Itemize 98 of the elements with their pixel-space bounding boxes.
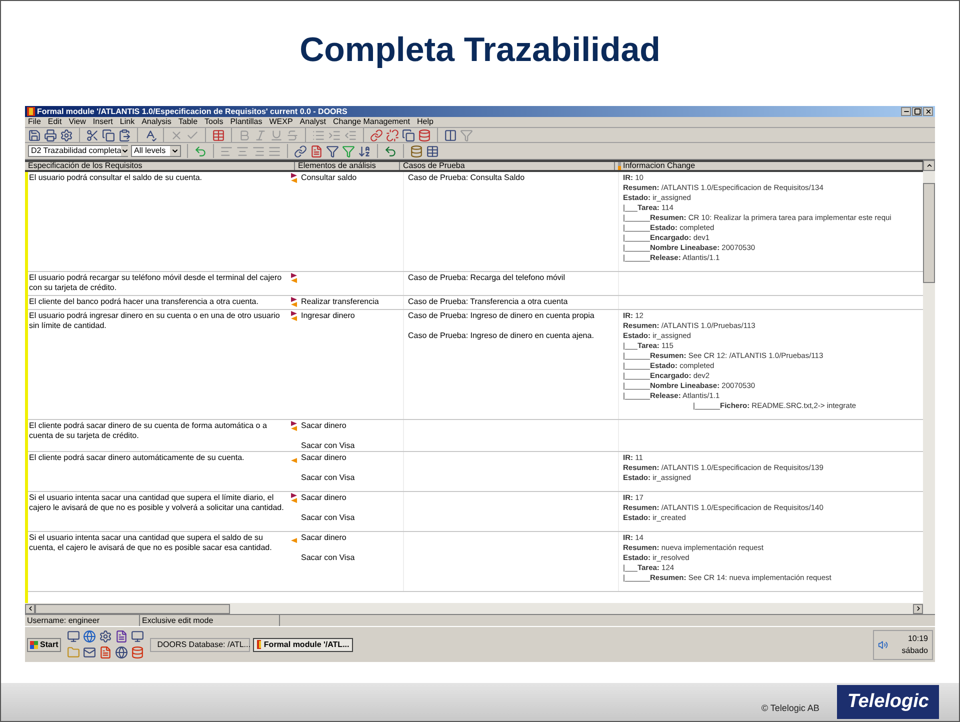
app-icon xyxy=(257,640,261,649)
horizontal-scrollbar[interactable] xyxy=(25,603,923,614)
menu-item[interactable]: File xyxy=(28,116,41,128)
minimize-icon xyxy=(902,108,910,115)
scroll-up-button[interactable] xyxy=(923,160,935,171)
close-button[interactable] xyxy=(923,107,933,116)
vertical-scrollbar[interactable] xyxy=(923,160,935,614)
analysis-element: Sacar con Visa xyxy=(301,473,356,483)
scrollbar-thumb[interactable] xyxy=(923,183,935,283)
menu-item[interactable]: Link xyxy=(120,116,135,128)
test-case: Caso de Prueba: Consulta Saldo xyxy=(408,173,526,183)
copyright-text: © Telelogic AB xyxy=(761,702,820,715)
database-icon[interactable] xyxy=(418,128,431,142)
document-icon[interactable] xyxy=(310,144,323,158)
analysis-element: Consultar saldo xyxy=(301,173,358,183)
requirement-text: El cliente podrá sacar dinero de su cuenta de forma automática o a cuenta de su tarjeta de crédito. xyxy=(29,420,268,442)
table-icon[interactable] xyxy=(212,128,225,142)
print-icon[interactable] xyxy=(44,128,57,142)
save-icon[interactable] xyxy=(28,128,41,142)
view-dropdown[interactable]: D2 Trazabilidad completa xyxy=(28,145,128,157)
menu-item[interactable]: Plantillas xyxy=(230,116,262,128)
analysis-element: Sacar con Visa xyxy=(301,553,356,563)
menu-item[interactable]: WEXP xyxy=(269,116,293,128)
document-icon[interactable] xyxy=(99,646,112,659)
paste-icon[interactable] xyxy=(118,128,131,142)
link-icon[interactable] xyxy=(294,144,307,158)
menu-item[interactable]: Table xyxy=(178,116,198,128)
menu-item[interactable]: Analyst xyxy=(300,116,326,128)
unlink-icon[interactable] xyxy=(386,128,399,142)
analysis-element: Sacar con Visa xyxy=(301,513,356,523)
gear-icon[interactable] xyxy=(60,128,73,142)
window-title: Formal module '/ATLANTIS 1.0/Especificacion de Requisitos' current 0.0 - DOORS xyxy=(37,106,348,118)
undo-icon[interactable] xyxy=(384,144,397,158)
taskbar-button[interactable]: Formal module '/ATL... xyxy=(253,638,354,652)
slide-title: Completa Trazabilidad xyxy=(298,30,662,71)
requirement-text: El cliente podrá sacar dinero automáticamente de su cuenta. xyxy=(29,452,246,464)
requirement-text: El usuario podrá recargar su teléfono móvil desde el terminal del cajero con su tarjeta de crédito. xyxy=(29,272,283,293)
menu-item[interactable]: Edit xyxy=(48,116,62,128)
copy-icon[interactable] xyxy=(102,128,115,142)
undo-icon[interactable] xyxy=(194,144,207,158)
gear-icon[interactable] xyxy=(99,630,112,643)
menu-item[interactable]: View xyxy=(68,116,86,128)
app-icon xyxy=(27,107,35,116)
spell-check-icon[interactable] xyxy=(144,128,157,142)
test-case: Caso de Prueba: Recarga del telefono móvil xyxy=(408,273,566,283)
analysis-element: Sacar dinero xyxy=(301,453,348,463)
cut-icon[interactable] xyxy=(86,128,99,142)
columns-icon[interactable] xyxy=(444,128,457,142)
database-icon[interactable] xyxy=(410,144,423,158)
requirement-text: El usuario podrá consultar el saldo de su cuenta. xyxy=(29,172,203,184)
requirement-text: Si el usuario intenta sacar una cantidad que supera el saldo de su cuenta, el cajero le avisará de que no es posible sacar esa cantidad. xyxy=(29,532,273,554)
table-icon[interactable] xyxy=(426,144,439,158)
test-case: Caso de Prueba: Ingreso de dinero en cuenta propia xyxy=(408,311,596,321)
test-case: Caso de Prueba: Transferencia a otra cuenta xyxy=(408,297,569,307)
restore-button[interactable] xyxy=(912,107,922,116)
column-marker-icon xyxy=(618,162,621,170)
level-dropdown[interactable]: All levels xyxy=(131,145,181,157)
requirement-text: El cliente del banco podrá hacer una transferencia a otra cuenta. xyxy=(29,296,260,307)
sort-icon[interactable] xyxy=(358,144,371,158)
desktop-icon[interactable] xyxy=(67,630,80,643)
column-header[interactable]: Informacion Change xyxy=(615,162,923,170)
clock-day: sábado xyxy=(902,644,928,656)
link-icon[interactable] xyxy=(370,128,383,142)
start-button[interactable]: Start xyxy=(27,638,62,652)
analysis-element: Ingresar dinero xyxy=(301,311,356,321)
windows-logo-icon xyxy=(30,640,38,648)
menu-item[interactable]: Change Management xyxy=(333,116,410,128)
minimize-button[interactable] xyxy=(901,107,911,116)
analysis-element: Sacar con Visa xyxy=(301,441,356,451)
copy-icon[interactable] xyxy=(402,128,415,142)
restore-icon xyxy=(914,108,920,115)
analysis-element: Sacar dinero xyxy=(301,421,348,431)
menu-item[interactable]: Insert xyxy=(92,116,113,128)
filter-icon[interactable] xyxy=(326,144,339,158)
globe-icon[interactable] xyxy=(83,630,96,643)
column-header[interactable]: Casos de Prueba xyxy=(400,162,615,170)
requirement-text: El usuario podrá ingresar dinero en su cuenta o en una de otro usuario sin límite de cantidad. xyxy=(29,310,281,332)
close-icon xyxy=(924,108,932,115)
analysis-element: Sacar dinero xyxy=(301,493,348,503)
requirement-text: Si el usuario intenta sacar una cantidad que supera el límite diario, el cajero le avisará de que no es posible y volverá a solicitar una cantidad. xyxy=(29,492,285,514)
check-icon[interactable] xyxy=(186,128,199,142)
company-logo: Telelogic xyxy=(837,684,939,720)
menu-item[interactable]: Tools xyxy=(204,116,224,128)
scrollbar-thumb[interactable] xyxy=(35,604,230,614)
analysis-element: Realizar transferencia xyxy=(301,297,380,307)
globe-icon[interactable] xyxy=(115,646,128,659)
database-icon[interactable] xyxy=(131,646,144,659)
analysis-element: Sacar dinero xyxy=(301,533,348,543)
menu-item[interactable]: Help xyxy=(416,116,434,128)
status-bar-field: Exclusive edit mode xyxy=(140,615,280,626)
document-icon[interactable] xyxy=(115,630,128,643)
test-case: Caso de Prueba: Ingreso de dinero en cuenta ajena. xyxy=(408,331,595,341)
status-bar-field: Username: engineer xyxy=(25,615,140,626)
menu-item[interactable]: Analysis xyxy=(142,116,172,128)
clock-time: 10:19 xyxy=(908,632,928,644)
scroll-up-icon[interactable] xyxy=(926,162,932,169)
taskbar-button[interactable]: DOORS Database: /ATL... xyxy=(150,638,250,652)
mail-icon[interactable] xyxy=(83,646,96,659)
